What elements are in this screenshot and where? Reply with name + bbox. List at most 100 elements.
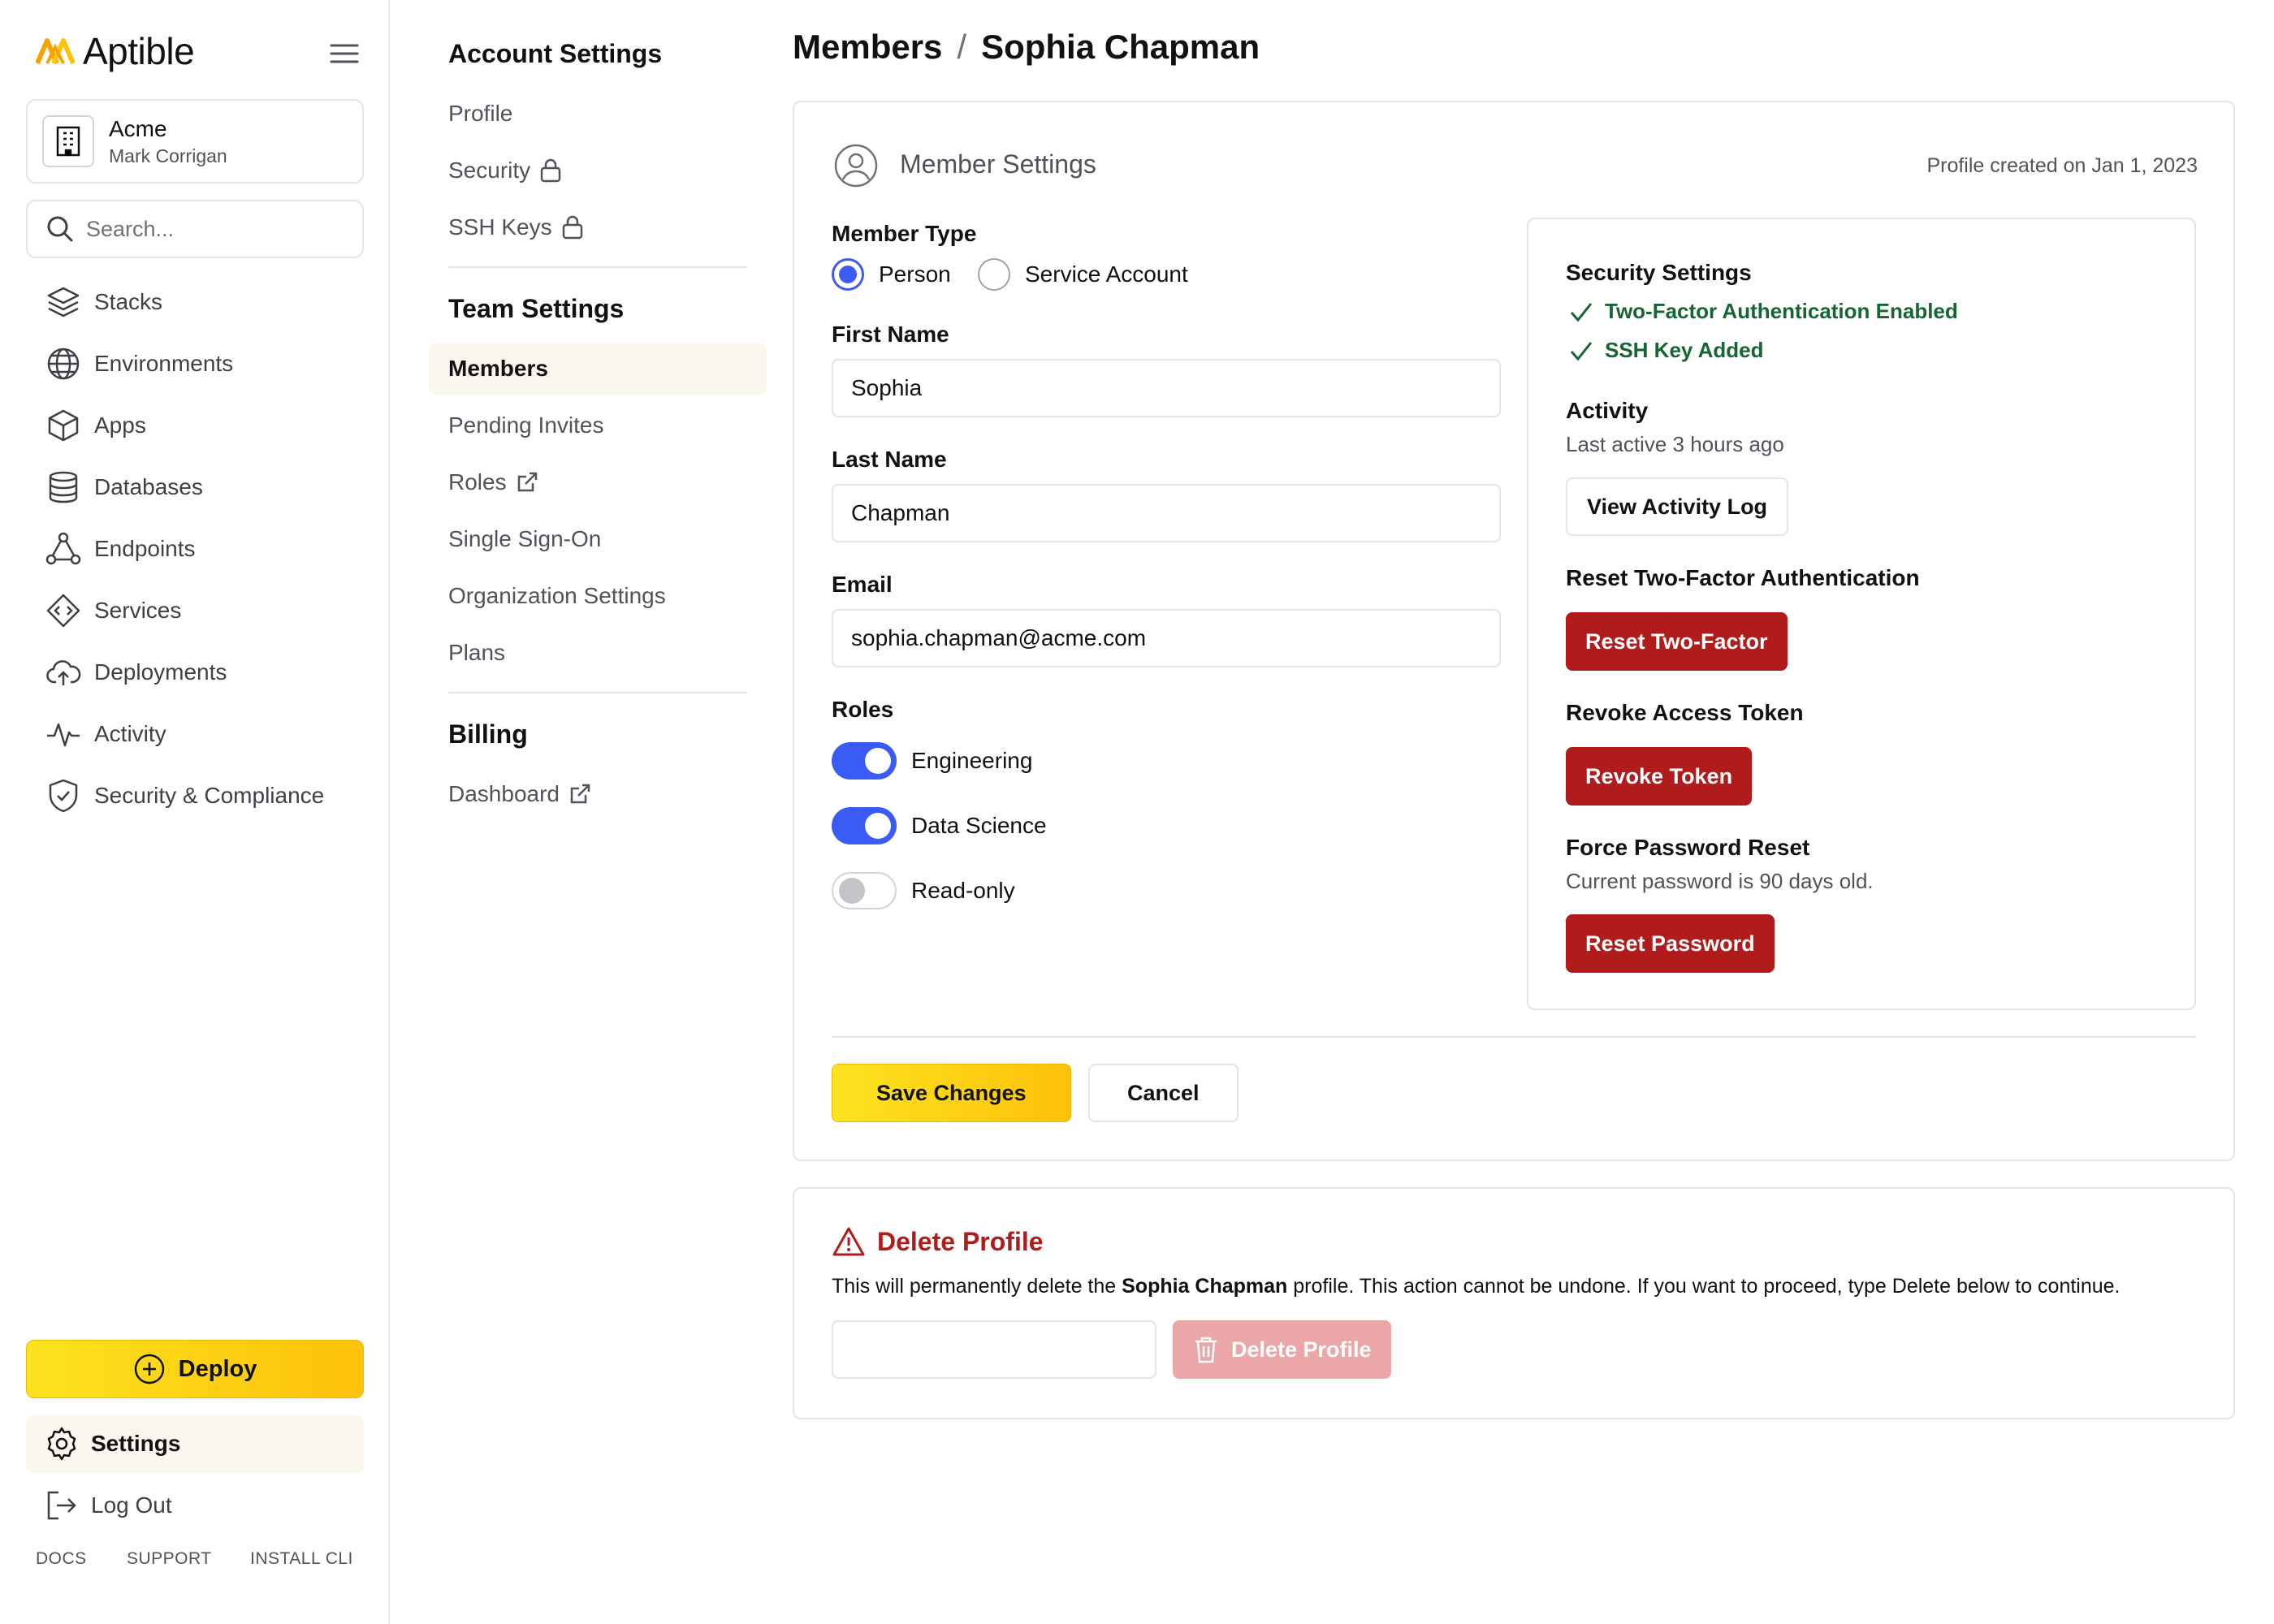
radio-label: Service Account bbox=[1025, 261, 1188, 287]
cube-icon bbox=[44, 406, 83, 445]
sidebar-item-security-compliance[interactable]: Security & Compliance bbox=[26, 771, 364, 820]
delete-profile-button[interactable]: Delete Profile bbox=[1173, 1320, 1391, 1379]
last-name-label: Last Name bbox=[832, 447, 947, 472]
role-row-read-only: Read-only bbox=[832, 872, 1015, 909]
support-link[interactable]: SUPPORT bbox=[127, 1549, 212, 1569]
docs-link[interactable]: DOCS bbox=[36, 1549, 87, 1569]
role-toggle-engineering[interactable] bbox=[832, 742, 897, 780]
settings-item-organization[interactable]: Organization Settings bbox=[429, 570, 767, 622]
breadcrumb-current: Sophia Chapman bbox=[981, 28, 1260, 66]
roles-label: Roles bbox=[832, 697, 894, 722]
settings-item-label: Pending Invites bbox=[448, 412, 604, 438]
cancel-button[interactable]: Cancel bbox=[1088, 1064, 1239, 1122]
sidebar-item-apps[interactable]: Apps bbox=[26, 401, 364, 450]
sidebar-item-label: Deployments bbox=[94, 659, 227, 685]
profile-created-date: Profile created on Jan 1, 2023 bbox=[1926, 154, 2198, 177]
brand-name: Aptible bbox=[83, 30, 195, 72]
install-cli-link[interactable]: INSTALL CLI bbox=[250, 1549, 353, 1569]
delete-profile-title: Delete Profile bbox=[877, 1226, 1044, 1256]
delete-confirm-input[interactable] bbox=[832, 1320, 1156, 1379]
sidebar-item-label: Endpoints bbox=[94, 536, 196, 561]
trash-icon bbox=[1192, 1335, 1220, 1364]
radio-indicator bbox=[978, 258, 1010, 291]
delete-profile-header: Delete Profile bbox=[832, 1226, 1044, 1257]
sidebar-item-label: Services bbox=[94, 598, 182, 623]
role-toggle-read-only[interactable] bbox=[832, 872, 897, 909]
billing-title: Billing bbox=[448, 719, 528, 749]
sidebar-item-settings[interactable]: Settings bbox=[26, 1415, 364, 1473]
settings-item-roles[interactable]: Roles bbox=[429, 456, 767, 508]
sidebar-item-label: Stacks bbox=[94, 289, 163, 314]
settings-item-plans[interactable]: Plans bbox=[429, 627, 767, 679]
member-settings-title: Member Settings bbox=[900, 149, 1096, 179]
account-settings-title: Account Settings bbox=[448, 39, 663, 68]
layers-icon bbox=[44, 283, 83, 322]
settings-item-label: SSH Keys bbox=[448, 214, 552, 240]
plus-circle-icon bbox=[133, 1353, 166, 1385]
first-name-input[interactable] bbox=[832, 359, 1501, 417]
sidebar-item-deployments[interactable]: Deployments bbox=[26, 648, 364, 697]
settings-item-ssh-keys[interactable]: SSH Keys bbox=[429, 201, 767, 253]
settings-item-label: Roles bbox=[448, 469, 507, 495]
breadcrumb-parent[interactable]: Members bbox=[793, 28, 942, 67]
email-label: Email bbox=[832, 572, 893, 597]
gear-icon bbox=[44, 1426, 80, 1462]
first-name-label: First Name bbox=[832, 322, 949, 347]
reset-two-factor-button[interactable]: Reset Two-Factor bbox=[1566, 612, 1788, 671]
logout-icon bbox=[44, 1488, 80, 1523]
sidebar-item-activity[interactable]: Activity bbox=[26, 710, 364, 758]
settings-item-label: Profile bbox=[448, 101, 513, 126]
member-type-person-radio[interactable]: Person bbox=[832, 258, 951, 291]
last-name-input[interactable] bbox=[832, 484, 1501, 542]
radio-label: Person bbox=[879, 261, 951, 287]
description-name: Sophia Chapman bbox=[1122, 1275, 1288, 1298]
password-age-text: Current password is 90 days old. bbox=[1566, 869, 1874, 893]
force-password-reset-title: Force Password Reset bbox=[1566, 835, 1810, 860]
revoke-token-button[interactable]: Revoke Token bbox=[1566, 747, 1753, 806]
check-label: Two-Factor Authentication Enabled bbox=[1605, 299, 1958, 323]
check-ssh-key-added: SSH Key Added bbox=[1569, 338, 1764, 363]
search-icon bbox=[28, 214, 75, 244]
org-user: Mark Corrigan bbox=[109, 145, 227, 166]
view-activity-log-button[interactable]: View Activity Log bbox=[1566, 477, 1789, 536]
globe-icon bbox=[44, 344, 83, 383]
pulse-icon bbox=[44, 715, 83, 754]
org-switcher[interactable]: Acme Mark Corrigan bbox=[26, 99, 364, 184]
settings-item-profile[interactable]: Profile bbox=[429, 88, 767, 140]
settings-item-dashboard[interactable]: Dashboard bbox=[429, 768, 767, 820]
deploy-button[interactable]: Deploy bbox=[26, 1340, 364, 1398]
settings-item-label: Members bbox=[448, 356, 548, 381]
reset-password-button[interactable]: Reset Password bbox=[1566, 914, 1775, 973]
settings-item-label: Dashboard bbox=[448, 781, 560, 806]
brand-logo[interactable]: Aptible bbox=[36, 29, 195, 73]
logout-button[interactable]: Log Out bbox=[26, 1479, 364, 1531]
external-link-icon bbox=[507, 470, 539, 495]
sidebar-item-endpoints[interactable]: Endpoints bbox=[26, 525, 364, 573]
search-input[interactable] bbox=[86, 216, 346, 242]
deploy-label: Deploy bbox=[178, 1355, 257, 1382]
email-input[interactable] bbox=[832, 609, 1501, 667]
settings-item-security[interactable]: Security bbox=[429, 145, 767, 197]
database-icon bbox=[44, 468, 83, 507]
divider bbox=[448, 266, 747, 268]
role-toggle-data-science[interactable] bbox=[832, 807, 897, 844]
sidebar-item-environments[interactable]: Environments bbox=[26, 339, 364, 388]
member-type-service-account-radio[interactable]: Service Account bbox=[978, 258, 1188, 291]
sidebar-item-label: Databases bbox=[94, 474, 203, 499]
delete-profile-description: This will permanently delete the Sophia … bbox=[832, 1275, 2121, 1298]
settings-item-pending-invites[interactable]: Pending Invites bbox=[429, 400, 767, 451]
warning-triangle-icon bbox=[832, 1226, 866, 1257]
cloud-upload-icon bbox=[44, 653, 83, 692]
radio-indicator bbox=[832, 258, 864, 291]
sidebar-item-stacks[interactable]: Stacks bbox=[26, 278, 364, 326]
save-changes-button[interactable]: Save Changes bbox=[832, 1064, 1071, 1122]
settings-item-sso[interactable]: Single Sign-On bbox=[429, 513, 767, 565]
sidebar-item-databases[interactable]: Databases bbox=[26, 463, 364, 512]
menu-toggle-icon[interactable] bbox=[328, 41, 361, 67]
sidebar-item-services[interactable]: Services bbox=[26, 586, 364, 635]
settings-item-members[interactable]: Members bbox=[429, 343, 767, 395]
sidebar: Aptible Acme Mark Corrigan Stacks Enviro… bbox=[0, 0, 390, 1624]
sidebar-item-label: Apps bbox=[94, 412, 146, 438]
security-settings-title: Security Settings bbox=[1566, 260, 1752, 285]
divider bbox=[448, 692, 747, 693]
